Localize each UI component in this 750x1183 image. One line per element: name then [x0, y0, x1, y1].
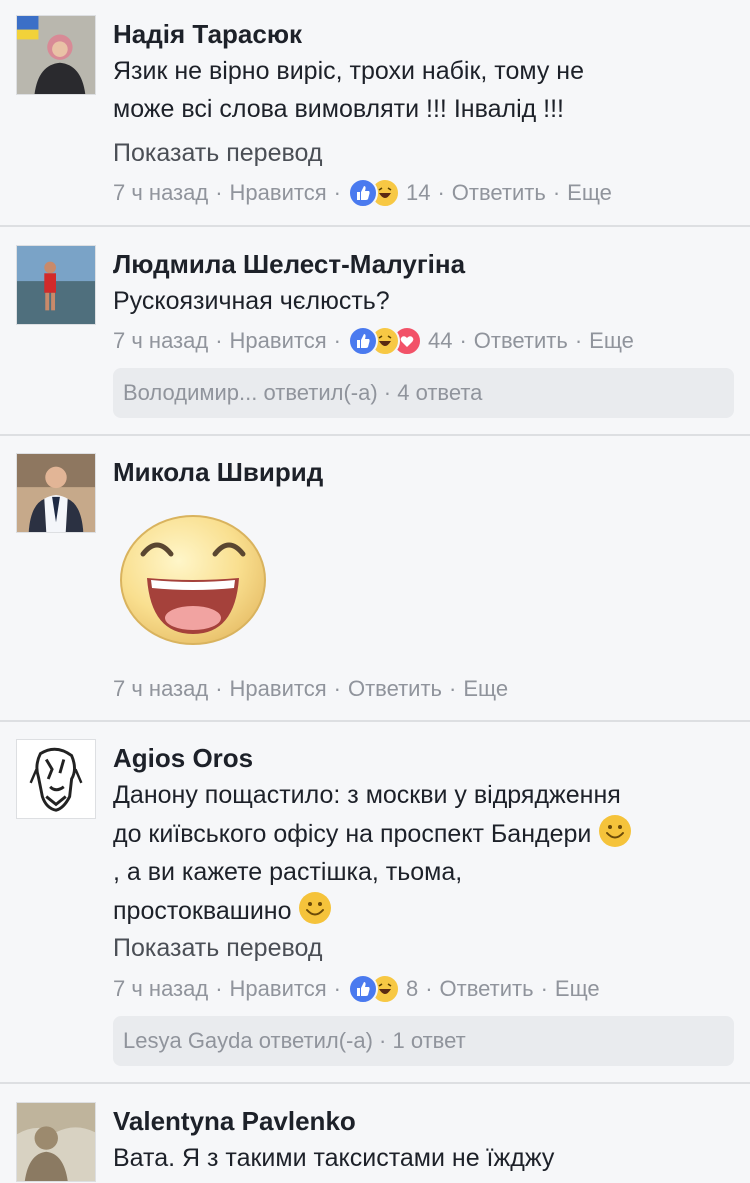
comment-text-line: , а ви кажете растішка, тьома, [113, 858, 463, 886]
separator: · [215, 676, 223, 701]
author-name[interactable]: Agios Oros [113, 742, 253, 774]
comment-text-line: Язик не вірно виріс, трохи набік, тому н… [113, 57, 585, 85]
separator: · [333, 676, 341, 701]
comment-text-line: може всі слова вимовляти !!! Інвалід !!! [113, 95, 564, 123]
reaction-count[interactable]: 8 [406, 974, 418, 1004]
separator: · [333, 180, 341, 205]
separator: · [425, 976, 433, 1001]
text-fragment: простоквашино [113, 897, 292, 925]
more-button[interactable]: Еще [463, 674, 508, 704]
view-replies-button[interactable]: Lesya Gayda ответил(-а) · 1 ответ [113, 1016, 734, 1066]
reactions-summary[interactable] [347, 326, 422, 356]
divider [0, 225, 750, 227]
like-button[interactable]: Нравится [230, 326, 327, 356]
comment-text: Данону пощастило: з москви у відрядження… [113, 776, 733, 930]
reply-button[interactable]: Ответить [452, 178, 546, 208]
view-replies-button[interactable]: Володимир... ответил(-а) · 4 ответа [113, 368, 734, 418]
comment-actions: 7 ч назад · Нравится · 8 · Ответить · Ещ… [113, 974, 600, 1004]
separator: · [333, 328, 341, 353]
avatar[interactable] [16, 1102, 96, 1182]
author-name[interactable]: Микола Швирид [113, 456, 323, 488]
timestamp[interactable]: 7 ч назад [113, 326, 208, 356]
separator: · [574, 328, 583, 353]
comment-actions: 7 ч назад · Нравится · Ответить · Еще [113, 674, 508, 704]
translate-link[interactable]: Показать перевод [113, 932, 322, 964]
like-reaction-icon [347, 178, 378, 208]
separator: · [215, 976, 223, 1001]
comment-text-line: простоквашино [113, 891, 733, 930]
comment-text: Рускоязичная чєлюсть? [113, 282, 733, 320]
divider [0, 720, 750, 722]
laughing-face-sticker [113, 506, 273, 646]
reply-button[interactable]: Ответить [474, 326, 568, 356]
avatar[interactable] [16, 245, 96, 325]
more-button[interactable]: Еще [589, 326, 634, 356]
like-button[interactable]: Нравится [230, 974, 327, 1004]
separator: · [540, 976, 548, 1001]
comment-text-line: до київського офісу на проспект Бандери [113, 814, 733, 853]
reply-button[interactable]: Ответить [348, 674, 442, 704]
separator: · [459, 328, 467, 353]
separator: · [215, 328, 223, 353]
more-button[interactable]: Еще [567, 178, 612, 208]
reaction-count[interactable]: 44 [428, 326, 452, 356]
text-fragment: до київського офісу на проспект Бандери [113, 820, 592, 848]
comment-text: Язик не вірно виріс, трохи набік, тому н… [113, 52, 733, 128]
timestamp[interactable]: 7 ч назад [113, 974, 208, 1004]
like-button[interactable]: Нравится [230, 178, 327, 208]
reactions-summary[interactable] [347, 974, 400, 1004]
author-name[interactable]: Valentyna Pavlenko [113, 1105, 356, 1137]
reaction-count[interactable]: 14 [406, 178, 430, 208]
author-name[interactable]: Людмила Шелест-Малугіна [113, 248, 465, 280]
translate-link[interactable]: Показать перевод [113, 137, 322, 169]
more-button[interactable]: Еще [555, 974, 600, 1004]
timestamp[interactable]: 7 ч назад [113, 674, 208, 704]
comment-text-line: Данону пощастило: з москви у відрядження [113, 781, 621, 809]
separator: · [437, 180, 445, 205]
comment-text: Вата. Я з такими таксистами не їжджу [113, 1139, 733, 1177]
reply-button[interactable]: Ответить [440, 974, 534, 1004]
avatar[interactable] [16, 453, 96, 533]
comment-actions: 7 ч назад · Нравится · 44 · Ответить · Е… [113, 326, 634, 356]
smile-emoji-icon [299, 892, 332, 924]
timestamp[interactable]: 7 ч назад [113, 178, 208, 208]
avatar[interactable] [16, 739, 96, 819]
separator: · [215, 180, 223, 205]
like-button[interactable]: Нравится [230, 674, 327, 704]
comment-text-line: Вата. Я з такими таксистами не їжджу [113, 1144, 555, 1172]
avatar[interactable] [16, 15, 96, 95]
author-name[interactable]: Надія Тарасюк [113, 18, 302, 50]
divider [0, 1082, 750, 1084]
separator: · [449, 676, 457, 701]
comment-text-line: Рускоязичная чєлюсть? [113, 287, 390, 315]
separator: · [333, 976, 341, 1001]
like-reaction-icon [347, 326, 378, 356]
reactions-summary[interactable] [347, 178, 400, 208]
separator: · [552, 180, 561, 205]
divider [0, 434, 750, 436]
smile-emoji-icon [599, 815, 632, 847]
comment-actions: 7 ч назад · Нравится · 14 · Ответить · Е… [113, 178, 612, 208]
like-reaction-icon [347, 974, 378, 1004]
